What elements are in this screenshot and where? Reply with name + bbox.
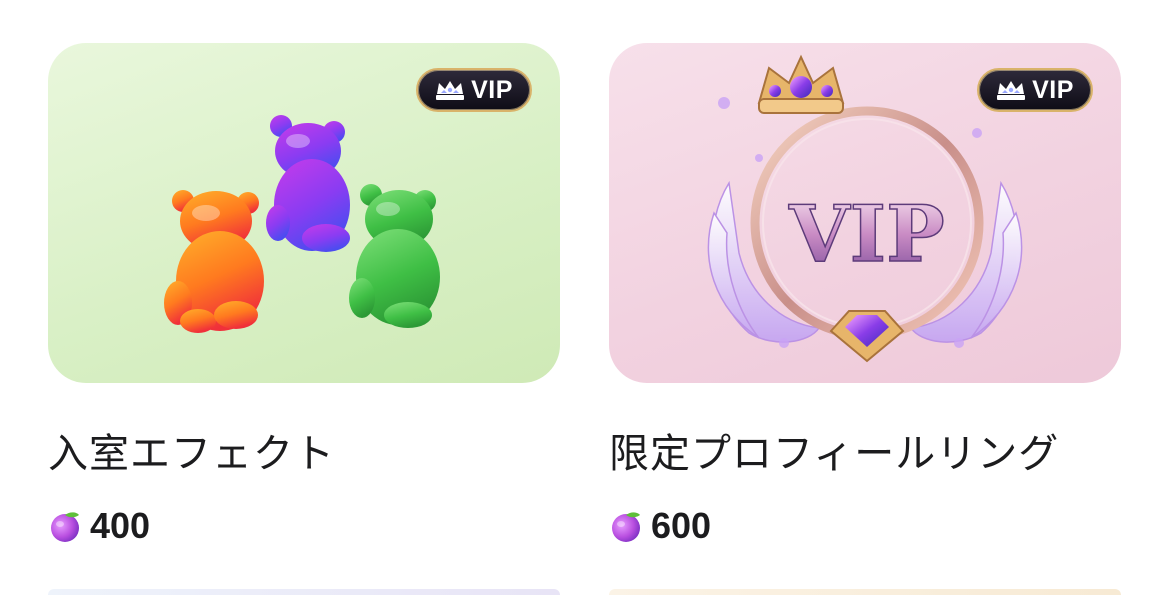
plum-coin-icon bbox=[51, 512, 79, 542]
crown-icon bbox=[997, 81, 1026, 100]
vip-badge-label: VIP bbox=[1032, 75, 1074, 104]
vip-badge-label: VIP bbox=[471, 75, 513, 104]
item-thumbnail[interactable]: VIP bbox=[609, 43, 1121, 383]
vip-badge: VIP bbox=[416, 68, 532, 112]
item-thumbnail[interactable]: VIP bbox=[48, 43, 560, 383]
item-title: 限定プロフィールリング bbox=[609, 431, 1060, 477]
item-price: 600 bbox=[609, 505, 1121, 547]
shop-item-card[interactable]: VIP 入室エフェクト 400 bbox=[48, 43, 560, 547]
next-card-peek bbox=[609, 589, 1121, 595]
crown-icon bbox=[436, 81, 465, 100]
item-title: 入室エフェクト bbox=[48, 431, 335, 477]
price-value: 600 bbox=[651, 505, 712, 546]
next-card-peek bbox=[48, 589, 560, 595]
item-price: 400 bbox=[48, 505, 560, 547]
plum-coin-icon bbox=[612, 512, 640, 542]
vip-badge: VIP bbox=[977, 68, 1093, 112]
shop-item-grid: VIP 入室エフェクト 400 VIP VIP 限定プロフィールリング 600 bbox=[0, 0, 1170, 595]
svg-text:VIP: VIP bbox=[788, 189, 945, 280]
price-value: 400 bbox=[90, 505, 151, 546]
shop-item-card[interactable]: VIP VIP 限定プロフィールリング 600 bbox=[609, 43, 1121, 547]
